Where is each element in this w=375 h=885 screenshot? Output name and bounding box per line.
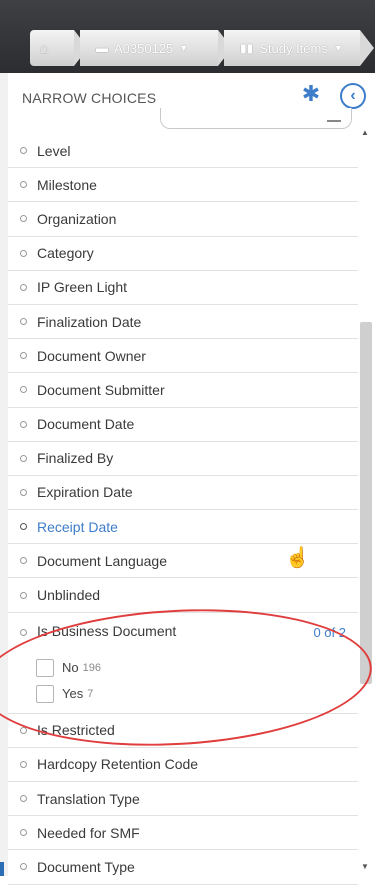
facet-label: Document Date [37,416,135,433]
facet-label: Organization [37,210,117,227]
option-label: No [62,660,79,676]
facet-list: Level Milestone Organization Category IP… [8,134,358,885]
bullet-icon [20,488,27,496]
facet-item-finalization-date[interactable]: Finalization Date [8,305,358,340]
panel-title: NARROW CHOICES [22,90,157,106]
bullet-icon [20,386,27,394]
bullet-icon [20,829,27,837]
facet-label: IP Green Light [37,279,128,296]
gear-icon[interactable]: ✱ [299,82,323,106]
facet-label: Document Owner [37,347,146,364]
facet-option-no[interactable]: No 196 [36,658,101,677]
breadcrumb-study-items[interactable]: ▮▮ Study Items ▼ [224,30,374,66]
bullet-icon [20,215,27,223]
bullet-icon [20,352,27,360]
facet-item-needed-for-smf[interactable]: Needed for SMF [8,816,358,851]
facet-label: Needed for SMF [37,824,140,841]
bullet-icon [20,760,27,768]
facet-label: Translation Type [37,790,140,807]
collapse-panel-button[interactable]: ‹ [340,83,366,109]
facet-option-yes[interactable]: Yes 7 [36,684,94,703]
facet-label: Document Language [37,552,167,569]
bullet-icon [20,249,27,257]
bullet-icon [20,591,27,599]
chevron-down-icon: ▼ [333,43,343,53]
facet-item-ip-green-light[interactable]: IP Green Light [8,271,358,305]
scroll-up-arrow-icon[interactable]: ▲ [361,128,369,137]
folder-icon: ▬ [96,41,108,55]
facet-item-document-owner[interactable]: Document Owner [8,339,358,374]
home-icon: ⌂ [40,40,49,56]
bullet-icon [20,863,27,871]
facet-label: Unblinded [37,587,101,604]
left-accent-bar [0,862,4,876]
facet-label: Finalized By [37,450,114,467]
facet-label: Expiration Date [37,484,133,501]
facet-label: Document Type [37,858,135,875]
bullet-icon [20,420,27,428]
breadcrumb-document[interactable]: ▬ A0350125 ▼ [80,30,232,66]
bullet-icon [20,283,27,291]
facet-label: Finalization Date [37,313,142,330]
scrollbar-thumb[interactable] [360,322,372,684]
facet-item-category[interactable]: Category [8,237,358,271]
breadcrumb-document-label: A0350125 [114,40,174,56]
facet-item-translation-type[interactable]: Translation Type [8,782,358,817]
option-label: Yes [62,686,84,702]
bullet-icon [20,181,27,189]
bullet-icon [20,557,27,565]
chevron-left-icon: ‹ [350,87,356,104]
facet-item-expiration-date[interactable]: Expiration Date [8,476,358,511]
facet-item-is-business-document[interactable]: Is Business Document 0 of 2 No 196 Yes 7 [8,613,358,714]
facet-item-is-restricted[interactable]: Is Restricted [8,714,358,748]
breadcrumb: ⌂ ▬ A0350125 ▼ ▮▮ Study Items ▼ [30,30,374,66]
hand-cursor-icon: ☝ [285,547,310,569]
bullet-icon [20,628,27,636]
bullet-icon [20,318,27,326]
facet-item-organization[interactable]: Organization [8,202,358,237]
facet-label: Document Submitter [37,381,165,398]
facet-item-hardcopy-retention-code[interactable]: Hardcopy Retention Code [8,748,358,782]
checkbox-yes[interactable] [36,684,54,703]
bullet-icon [20,726,27,734]
facet-item-document-type[interactable]: Document Type [8,850,358,885]
bullet-icon [20,147,27,155]
checkbox-no[interactable] [36,658,54,677]
option-count: 7 [87,687,94,700]
bullet-icon [20,523,27,531]
facet-item-document-submitter[interactable]: Document Submitter [8,373,358,408]
panel-left-border [0,73,8,876]
facet-item-level[interactable]: Level [8,134,358,169]
option-count: 196 [82,661,101,674]
facet-label: Hardcopy Retention Code [37,756,199,773]
scroll-down-arrow-icon[interactable]: ▼ [361,862,369,871]
facet-label: Category [37,245,94,262]
facet-item-unblinded[interactable]: Unblinded [8,578,358,613]
facet-label: Level [37,142,71,159]
facet-search-input[interactable] [160,108,352,129]
facet-selected-count: 0 of 2 [313,624,346,640]
facet-label: Is Business Document [37,622,177,639]
facet-item-document-date[interactable]: Document Date [8,408,358,442]
books-icon: ▮▮ [240,41,254,55]
bullet-icon [20,454,27,462]
breadcrumb-home[interactable]: ⌂ [30,30,88,66]
facet-item-finalized-by[interactable]: Finalized By [8,442,358,476]
facet-item-milestone[interactable]: Milestone [8,168,358,203]
facet-label: Milestone [37,176,97,193]
chevron-down-icon: ▼ [179,43,189,53]
facet-label: Is Restricted [37,722,115,739]
facet-item-receipt-date[interactable]: Receipt Date [8,510,358,545]
bullet-icon [20,795,27,803]
facet-label: Receipt Date [37,518,118,535]
breadcrumb-study-items-label: Study Items [259,40,328,56]
